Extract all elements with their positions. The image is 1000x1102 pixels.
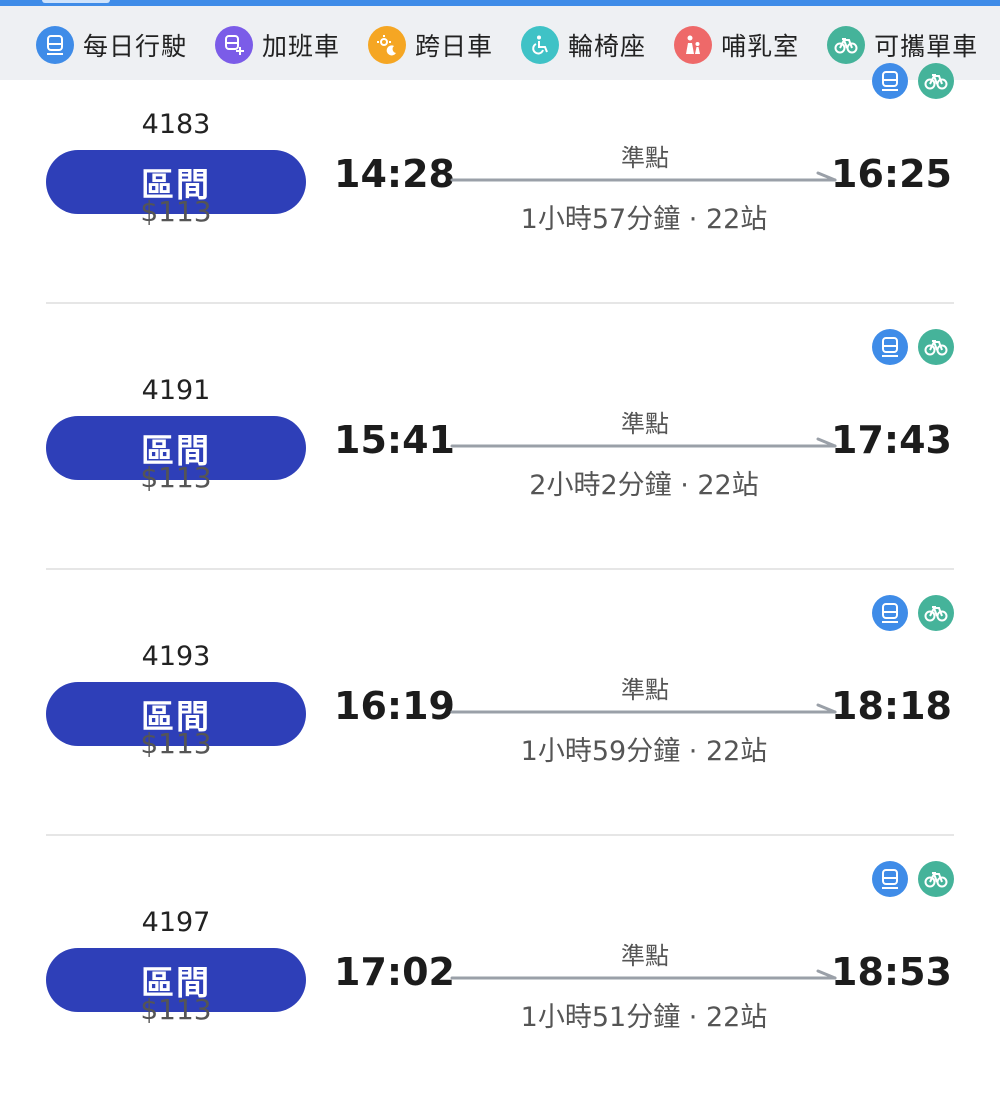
on-time-status: 準點 [621, 410, 669, 438]
legend-label: 跨日車 [415, 32, 494, 61]
legend-item: 跨日車 [368, 26, 493, 64]
train-icon [872, 329, 908, 365]
duration-stops: 1小時51分鐘 · 22站 [520, 1002, 768, 1033]
legend-label: 可攜單車 [874, 32, 979, 61]
train-row[interactable]: 4183 區間 $113 14:28 16:25 準點 1小時57分鐘 · 22站 [0, 63, 1000, 304]
nursing-room-icon [674, 26, 713, 64]
top-tab-indicator [42, 0, 110, 3]
train-row[interactable]: 4193 區間 $113 16:19 18:18 準點 1小時59分鐘 · 22站 [0, 570, 1000, 836]
train-list: 4183 區間 $113 14:28 16:25 準點 1小時57分鐘 · 22站 4191 區… [0, 63, 1000, 1102]
legend-label: 加班車 [262, 32, 341, 61]
train-row[interactable]: 4197 區間 $113 17:02 18:53 準點 1小時51分鐘 · 22站 [0, 836, 1000, 1102]
train-icon [872, 63, 908, 99]
train-number: 4197 [141, 907, 211, 938]
wheelchair-icon [521, 26, 560, 64]
train-number: 4193 [141, 641, 211, 672]
fare-price: $113 [140, 461, 212, 494]
fare-price: $113 [140, 727, 212, 760]
train-number: 4191 [141, 375, 211, 406]
duration-stops: 1小時57分鐘 · 22站 [520, 204, 768, 235]
arrival-time: 18:18 [831, 684, 952, 728]
arrival-time: 16:25 [831, 152, 952, 196]
train-number: 4183 [141, 109, 211, 140]
bicycle-icon [918, 329, 954, 365]
on-time-status: 準點 [621, 676, 669, 704]
legend-label: 每日行駛 [83, 32, 188, 61]
legend-label: 哺乳室 [721, 32, 800, 61]
train-row[interactable]: 4191 區間 $113 15:41 17:43 準點 2小時2分鐘 · 22站 [0, 304, 1000, 570]
train-feature-icons [862, 63, 954, 99]
train-feature-icons [862, 861, 954, 897]
bicycle-icon [918, 861, 954, 897]
legend-item: 加班車 [215, 26, 340, 64]
on-time-status: 準點 [621, 942, 669, 970]
legend-label: 輪椅座 [568, 32, 647, 61]
arrival-time: 18:53 [831, 950, 952, 994]
journey-arrow-icon [450, 703, 838, 721]
fare-price: $113 [140, 993, 212, 1026]
departure-time: 15:41 [334, 418, 455, 462]
sun-moon-icon [368, 26, 407, 64]
legend-item: 可攜單車 [827, 26, 978, 64]
bicycle-icon [918, 595, 954, 631]
bicycle-icon [918, 63, 954, 99]
train-icon [872, 595, 908, 631]
departure-time: 17:02 [334, 950, 455, 994]
train-feature-icons [862, 595, 954, 631]
duration-stops: 1小時59分鐘 · 22站 [520, 736, 768, 767]
train-feature-icons [862, 329, 954, 365]
journey-arrow-icon [450, 437, 838, 455]
journey-arrow-icon [450, 969, 838, 987]
train-plus-icon [215, 26, 254, 64]
fare-price: $113 [140, 195, 212, 228]
legend-item: 哺乳室 [674, 26, 799, 64]
departure-time: 14:28 [334, 152, 455, 196]
train-icon [872, 861, 908, 897]
duration-stops: 2小時2分鐘 · 22站 [529, 470, 759, 501]
journey-arrow-icon [450, 171, 838, 189]
bicycle-icon [827, 26, 866, 64]
train-icon [36, 26, 74, 64]
on-time-status: 準點 [621, 144, 669, 172]
legend-item: 每日行駛 [36, 26, 187, 64]
arrival-time: 17:43 [831, 418, 952, 462]
legend-item: 輪椅座 [521, 26, 646, 64]
legend-list: 每日行駛 加班車 跨日車 輪椅座 哺乳室 可攜單車 [36, 26, 1000, 64]
legend-bar: 每日行駛 加班車 跨日車 輪椅座 哺乳室 可攜單車 [0, 6, 1000, 80]
departure-time: 16:19 [334, 684, 455, 728]
